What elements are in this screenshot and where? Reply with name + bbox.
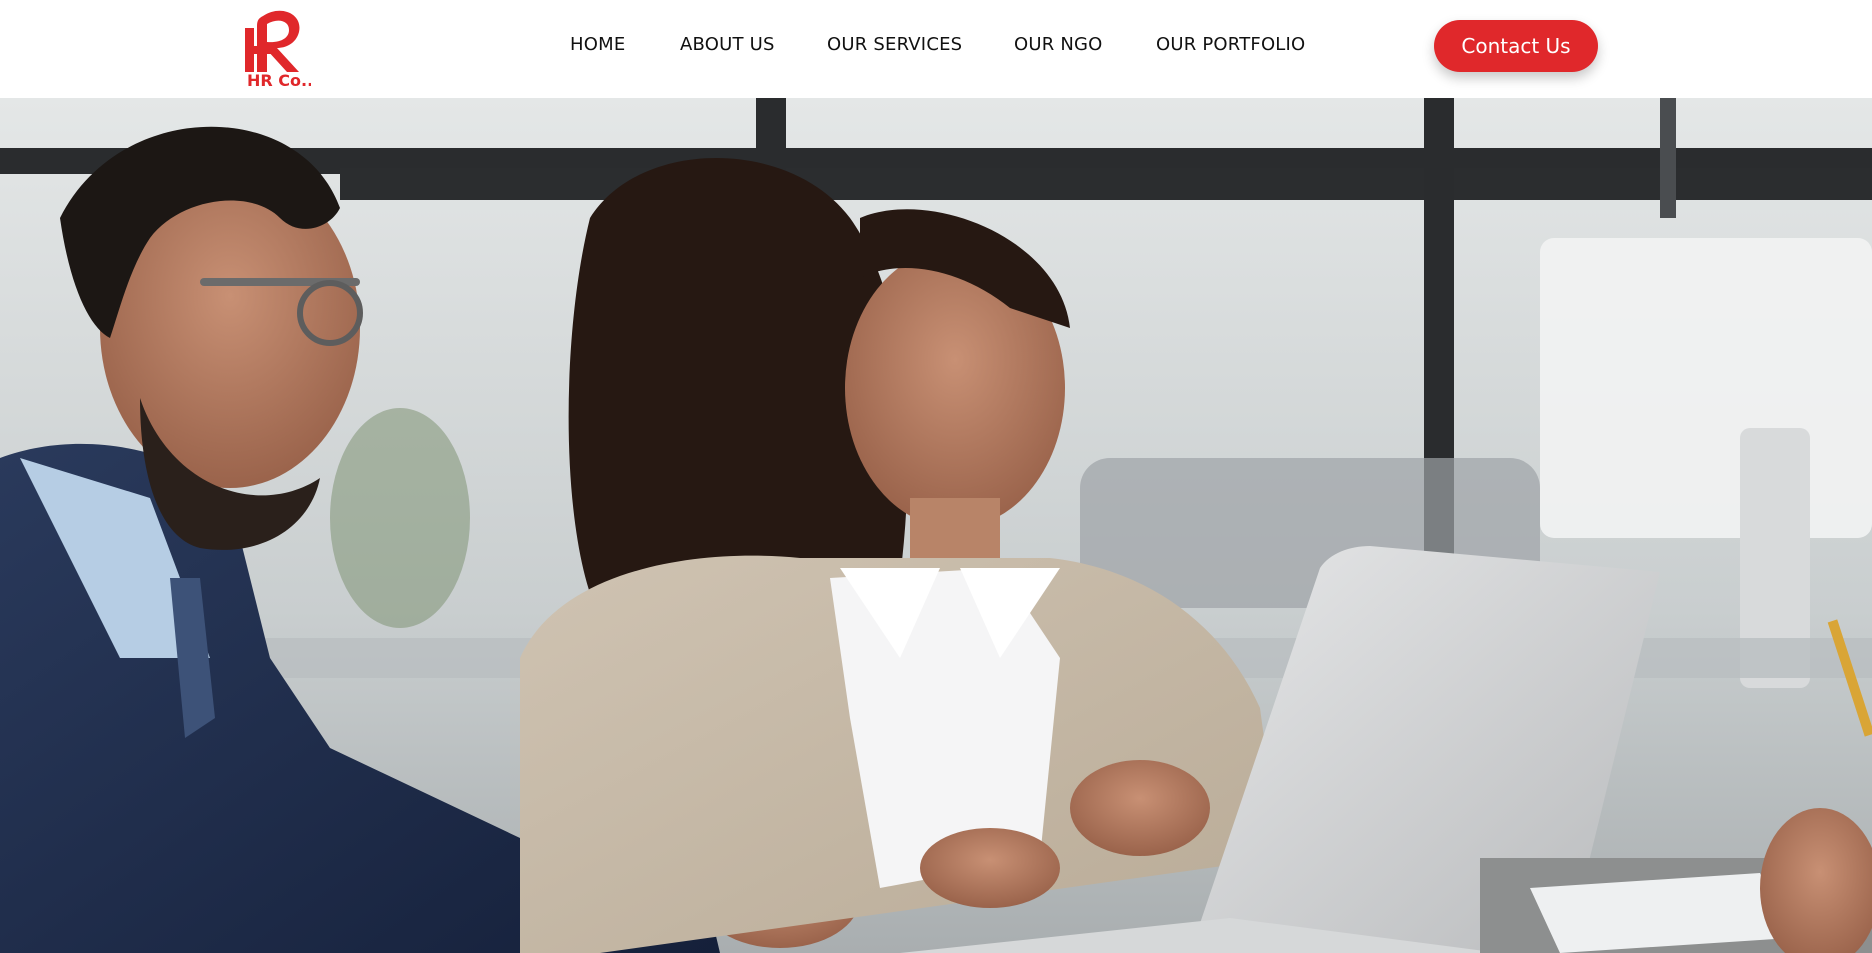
nav-our-services[interactable]: OUR SERVICES: [827, 34, 962, 55]
nav-our-ngo[interactable]: OUR NGO: [1014, 34, 1103, 55]
nav-our-portfolio[interactable]: OUR PORTFOLIO: [1156, 34, 1305, 55]
contact-us-button[interactable]: Contact Us: [1434, 20, 1598, 72]
site-header: HR Co.. HOME ABOUT US OUR SERVICES OUR N…: [0, 0, 1872, 98]
office-meeting-photo: [0, 98, 1872, 953]
nav-home[interactable]: HOME: [570, 34, 625, 55]
nav-about-us[interactable]: ABOUT US: [680, 34, 775, 55]
hero-image: [0, 98, 1872, 953]
